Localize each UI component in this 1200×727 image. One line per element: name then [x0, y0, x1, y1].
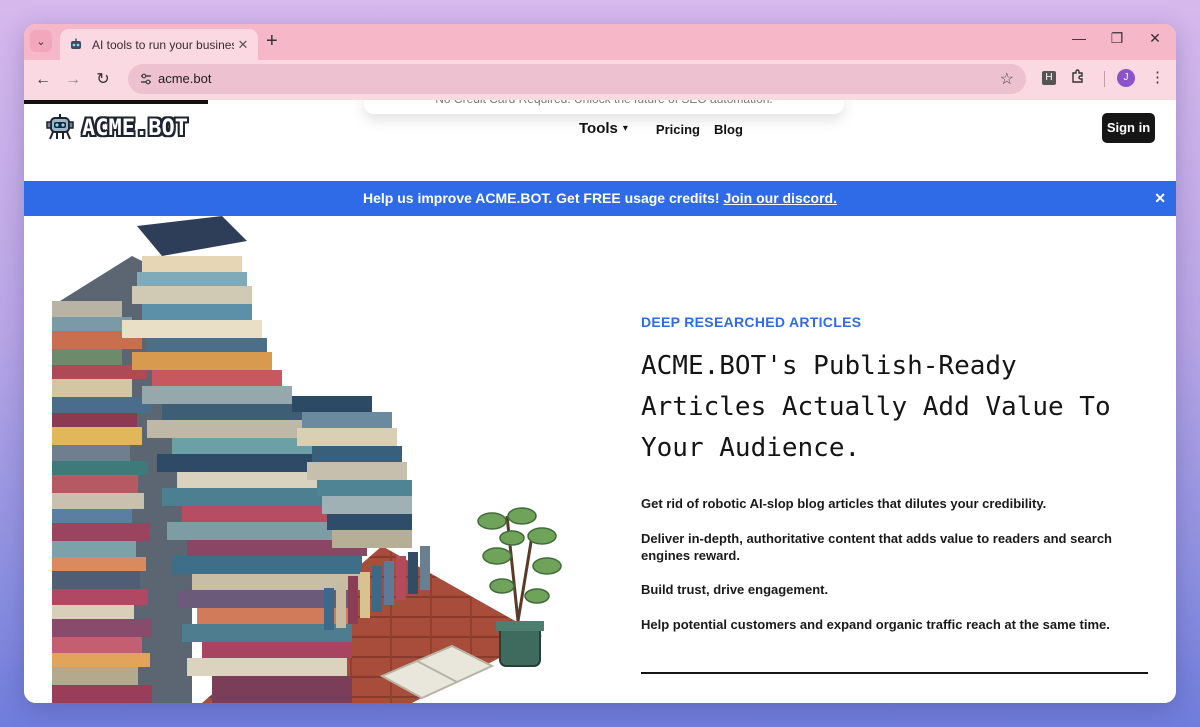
- site-logo[interactable]: ACME.BOT: [44, 114, 188, 142]
- star-icon[interactable]: ☆: [1000, 69, 1014, 89]
- floating-banner: No Credit Card Required. Unlock the futu…: [364, 100, 844, 114]
- avatar[interactable]: J: [1117, 69, 1135, 87]
- robot-icon: [68, 37, 84, 53]
- window-close-icon[interactable]: ✕: [1142, 30, 1168, 47]
- puzzle-icon[interactable]: [1070, 68, 1086, 88]
- back-arrow-icon[interactable]: ←: [32, 69, 54, 91]
- restore-icon[interactable]: ❐: [1104, 30, 1130, 47]
- tab-title: AI tools to run your business - /: [92, 37, 234, 52]
- sign-in-button[interactable]: Sign in: [1102, 113, 1155, 143]
- active-tab[interactable]: AI tools to run your business - / ✕: [60, 29, 258, 60]
- address-bar[interactable]: acme.bot ☆: [128, 64, 1026, 94]
- forward-arrow-icon[interactable]: →: [62, 69, 84, 91]
- discord-link[interactable]: Join our discord.: [723, 190, 837, 206]
- tune-icon[interactable]: [136, 69, 156, 89]
- loading-progress-bar: [24, 100, 208, 104]
- hero-eyebrow: DEEP RESEARCHED ARTICLES: [641, 314, 862, 330]
- nav-blog[interactable]: Blog: [714, 122, 743, 137]
- extension-h-icon[interactable]: H: [1042, 71, 1056, 85]
- url-text: acme.bot: [158, 71, 212, 86]
- hero-paragraph-3: Build trust, drive engagement.: [641, 582, 829, 597]
- main-nav: Tools ▾ Pricing Blog: [579, 120, 757, 137]
- tab-strip: ⌄ AI tools to run your business - / ✕ + …: [24, 24, 1176, 60]
- hero-paragraph-2: Deliver in-depth, authoritative content …: [641, 531, 1113, 563]
- chevron-down-icon[interactable]: ▾: [623, 123, 628, 134]
- nav-pricing[interactable]: Pricing: [656, 122, 700, 137]
- hero-paragraph-4: Help potential customers and expand orga…: [641, 617, 1110, 632]
- browser-toolbar: ← → ↻ acme.bot ☆ H J ⋮: [24, 60, 1176, 100]
- chevron-down-icon[interactable]: ⌄: [30, 30, 52, 52]
- nav-tools[interactable]: Tools: [579, 120, 618, 137]
- toolbar-divider: [1104, 71, 1105, 87]
- announcement-text: Help us improve ACME.BOT. Get FREE usage…: [362, 190, 724, 206]
- reload-icon[interactable]: ↻: [92, 69, 114, 91]
- logo-wordmark: ACME.BOT: [82, 115, 188, 141]
- kebab-icon[interactable]: ⋮: [1150, 68, 1165, 86]
- robot-logo-icon: [46, 114, 74, 140]
- minimize-icon[interactable]: —: [1066, 30, 1092, 46]
- close-icon[interactable]: ✕: [1154, 181, 1166, 216]
- browser-window: ⌄ AI tools to run your business - / ✕ + …: [24, 24, 1176, 703]
- hero-headline: ACME.BOT's Publish-Ready Articles Actual…: [641, 351, 1111, 463]
- page-content: No Credit Card Required. Unlock the futu…: [24, 100, 1176, 703]
- hero-paragraph-1: Get rid of robotic AI-slop blog articles…: [641, 496, 1047, 511]
- close-icon[interactable]: ✕: [234, 37, 252, 53]
- books-illustration: [52, 216, 562, 703]
- new-tab-button[interactable]: +: [266, 30, 278, 52]
- announcement-bar: Help us improve ACME.BOT. Get FREE usage…: [24, 181, 1176, 216]
- section-divider: [641, 672, 1148, 674]
